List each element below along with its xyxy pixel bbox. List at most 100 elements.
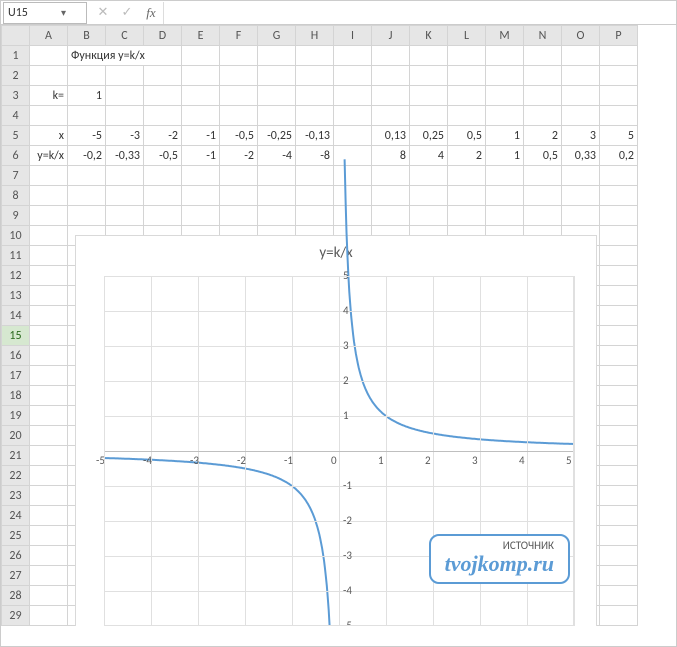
cell-C3[interactable] [106,86,144,106]
cell-H9[interactable] [296,206,334,226]
cell-C8[interactable] [106,186,144,206]
cell-P20[interactable] [600,426,638,446]
cell-F7[interactable] [220,166,258,186]
cell-J1[interactable] [372,46,410,66]
cell-K3[interactable] [410,86,448,106]
cell-J3[interactable] [372,86,410,106]
cell-J2[interactable] [372,66,410,86]
row-header-14[interactable]: 14 [2,306,30,326]
cell-F4[interactable] [220,106,258,126]
cell-P18[interactable] [600,386,638,406]
col-header-N[interactable]: N [524,26,562,46]
cell-I3[interactable] [334,86,372,106]
col-header-A[interactable]: A [30,26,68,46]
row-header-27[interactable]: 27 [2,566,30,586]
cell-I8[interactable] [334,186,372,206]
cell-I9[interactable] [334,206,372,226]
cell-E3[interactable] [182,86,220,106]
row-header-23[interactable]: 23 [2,486,30,506]
cell-L9[interactable] [448,206,486,226]
cell-D4[interactable] [144,106,182,126]
cell-C2[interactable] [106,66,144,86]
cell-P29[interactable] [600,606,638,626]
cell-A7[interactable] [30,166,68,186]
cell-M4[interactable] [486,106,524,126]
cell-O5[interactable]: 3 [562,126,600,146]
cell-C7[interactable] [106,166,144,186]
row-header-4[interactable]: 4 [2,106,30,126]
cell-A16[interactable] [30,346,68,366]
cell-A22[interactable] [30,466,68,486]
cell-L7[interactable] [448,166,486,186]
cell-A15[interactable] [30,326,68,346]
cell-A6[interactable]: y=k/x [30,146,68,166]
cell-P10[interactable] [600,226,638,246]
cell-N7[interactable] [524,166,562,186]
col-header-B[interactable]: B [68,26,106,46]
cell-B3[interactable]: 1 [68,86,106,106]
cell-G2[interactable] [258,66,296,86]
cell-A20[interactable] [30,426,68,446]
cell-D5[interactable]: -2 [144,126,182,146]
cell-I5[interactable] [334,126,372,146]
cell-C6[interactable]: -0,33 [106,146,144,166]
cell-N4[interactable] [524,106,562,126]
cell-P7[interactable] [600,166,638,186]
cell-F1[interactable] [220,46,258,66]
cell-J7[interactable] [372,166,410,186]
row-header-1[interactable]: 1 [2,46,30,66]
cell-O8[interactable] [562,186,600,206]
col-header-C[interactable]: C [106,26,144,46]
formula-input[interactable] [163,2,676,24]
cell-B8[interactable] [68,186,106,206]
cell-P5[interactable]: 5 [600,126,638,146]
cell-K7[interactable] [410,166,448,186]
cell-F3[interactable] [220,86,258,106]
col-header-F[interactable]: F [220,26,258,46]
cell-N8[interactable] [524,186,562,206]
cell-H5[interactable]: -0,13 [296,126,334,146]
cell-O3[interactable] [562,86,600,106]
cell-P23[interactable] [600,486,638,506]
cell-E4[interactable] [182,106,220,126]
cell-N1[interactable] [524,46,562,66]
cell-H2[interactable] [296,66,334,86]
cell-B7[interactable] [68,166,106,186]
cell-D8[interactable] [144,186,182,206]
cell-O2[interactable] [562,66,600,86]
cell-P8[interactable] [600,186,638,206]
chart[interactable]: y=k/x -5-4-3-2-1012345-5-4-3-2-112345 ИС… [75,235,597,626]
cell-H6[interactable]: -8 [296,146,334,166]
cell-P14[interactable] [600,306,638,326]
cell-E2[interactable] [182,66,220,86]
cell-P11[interactable] [600,246,638,266]
cell-A9[interactable] [30,206,68,226]
cell-O4[interactable] [562,106,600,126]
cell-G3[interactable] [258,86,296,106]
cell-H3[interactable] [296,86,334,106]
row-header-7[interactable]: 7 [2,166,30,186]
cell-G6[interactable]: -4 [258,146,296,166]
col-header-J[interactable]: J [372,26,410,46]
cell-L5[interactable]: 0,5 [448,126,486,146]
cell-D9[interactable] [144,206,182,226]
cell-D6[interactable]: -0,5 [144,146,182,166]
cell-K9[interactable] [410,206,448,226]
cell-G9[interactable] [258,206,296,226]
cell-E9[interactable] [182,206,220,226]
cell-B2[interactable] [68,66,106,86]
cell-B1[interactable]: Функция y=k/x [68,46,182,66]
cell-B4[interactable] [68,106,106,126]
cell-M2[interactable] [486,66,524,86]
cell-O7[interactable] [562,166,600,186]
cell-M9[interactable] [486,206,524,226]
cell-L1[interactable] [448,46,486,66]
row-header-21[interactable]: 21 [2,446,30,466]
cell-I4[interactable] [334,106,372,126]
cell-P9[interactable] [600,206,638,226]
col-header-K[interactable]: K [410,26,448,46]
cell-I2[interactable] [334,66,372,86]
cell-I1[interactable] [334,46,372,66]
cell-B6[interactable]: -0,2 [68,146,106,166]
cell-K4[interactable] [410,106,448,126]
